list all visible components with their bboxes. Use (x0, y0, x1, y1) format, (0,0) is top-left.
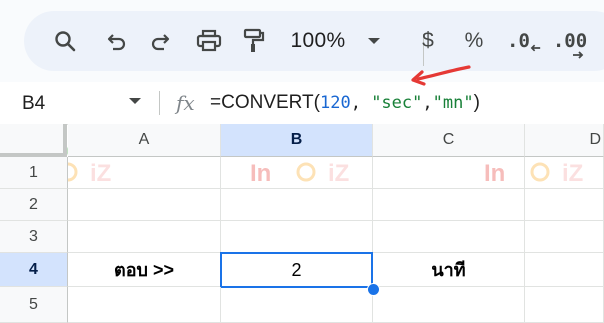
column-header-b[interactable]: B (221, 124, 373, 157)
percent-button[interactable]: % (462, 11, 486, 71)
formula-separator: , (350, 93, 372, 113)
formula-separator: , (422, 93, 433, 113)
cell-a5[interactable] (68, 287, 221, 323)
cell-c4[interactable]: นาที (373, 253, 525, 287)
cell-c3[interactable] (373, 221, 525, 253)
chevron-down-icon[interactable] (128, 97, 142, 105)
row-header-3[interactable]: 3 (0, 221, 68, 253)
zoom-dropdown-icon[interactable] (364, 11, 384, 71)
formula-function: =CONVERT( (210, 92, 320, 113)
zoom-value: 100% (290, 29, 346, 52)
toolbar: 100% $ % .0 .00 (24, 11, 604, 71)
cell-a1[interactable] (68, 157, 221, 189)
decrease-decimals-label: .0 (507, 30, 530, 52)
cell-b4[interactable]: 2 (220, 252, 373, 288)
formula-bar: B4 fx =CONVERT(120, "sec","mn") (0, 82, 604, 125)
cell-d1[interactable] (525, 157, 604, 189)
column-header-a[interactable]: A (68, 124, 221, 157)
cell-a3[interactable] (68, 221, 221, 253)
column-header-d[interactable]: D (525, 124, 604, 157)
row-header-5[interactable]: 5 (0, 287, 68, 323)
cell-b3[interactable] (221, 221, 373, 253)
formula-number: 120 (319, 93, 351, 113)
redo-icon[interactable] (148, 11, 174, 71)
cell-d2[interactable] (525, 189, 604, 221)
row-header-1[interactable]: 1 (0, 157, 68, 189)
undo-icon[interactable] (103, 11, 129, 71)
increase-decimals-button[interactable]: .00 (552, 11, 588, 71)
arrow-right-icon (573, 51, 584, 59)
select-all-corner[interactable] (0, 124, 67, 157)
fx-icon: fx (176, 91, 195, 115)
cell-a2[interactable] (68, 189, 221, 221)
cell-d3[interactable] (525, 221, 604, 253)
fill-handle[interactable] (367, 283, 380, 296)
name-box[interactable]: B4 (0, 82, 150, 124)
row-header-4[interactable]: 4 (0, 253, 68, 287)
currency-button[interactable]: $ (416, 11, 440, 71)
cell-c1[interactable] (373, 157, 525, 189)
annotation-arrow-icon (411, 65, 471, 86)
cell-d5[interactable] (525, 287, 604, 323)
column-header-c[interactable]: C (373, 124, 525, 157)
currency-label: $ (422, 29, 434, 52)
cell-b1[interactable] (221, 157, 373, 189)
paint-format-icon[interactable] (240, 11, 268, 71)
name-box-value: B4 (22, 93, 46, 114)
cell-c5[interactable] (373, 287, 525, 323)
decrease-decimals-button[interactable]: .0 (507, 11, 541, 71)
toolbar-strip: 100% $ % .0 .00 (0, 0, 604, 82)
spreadsheet-grid: In iZ In iZ In iZ A B C D 1 2 3 4 5 ตอบ … (0, 124, 604, 323)
cell-c2[interactable] (373, 189, 525, 221)
formula-input[interactable]: =CONVERT(120, "sec","mn") (210, 92, 480, 114)
print-icon[interactable] (194, 11, 224, 71)
formula-string-to-unit: "mn" (432, 93, 474, 113)
formula-bar-divider (159, 91, 160, 115)
cell-a4[interactable]: ตอบ >> (68, 253, 221, 287)
formula-close-paren: ) (473, 92, 480, 113)
arrow-left-icon (530, 44, 541, 52)
cell-d4[interactable] (525, 253, 604, 287)
zoom-select[interactable]: 100% (288, 11, 348, 71)
formula-string-from-unit: "sec" (371, 93, 423, 113)
search-icon[interactable] (50, 11, 80, 71)
row-header-2[interactable]: 2 (0, 189, 68, 221)
cell-b5[interactable] (221, 287, 373, 323)
cell-b2[interactable] (221, 189, 373, 221)
percent-label: % (464, 29, 484, 52)
